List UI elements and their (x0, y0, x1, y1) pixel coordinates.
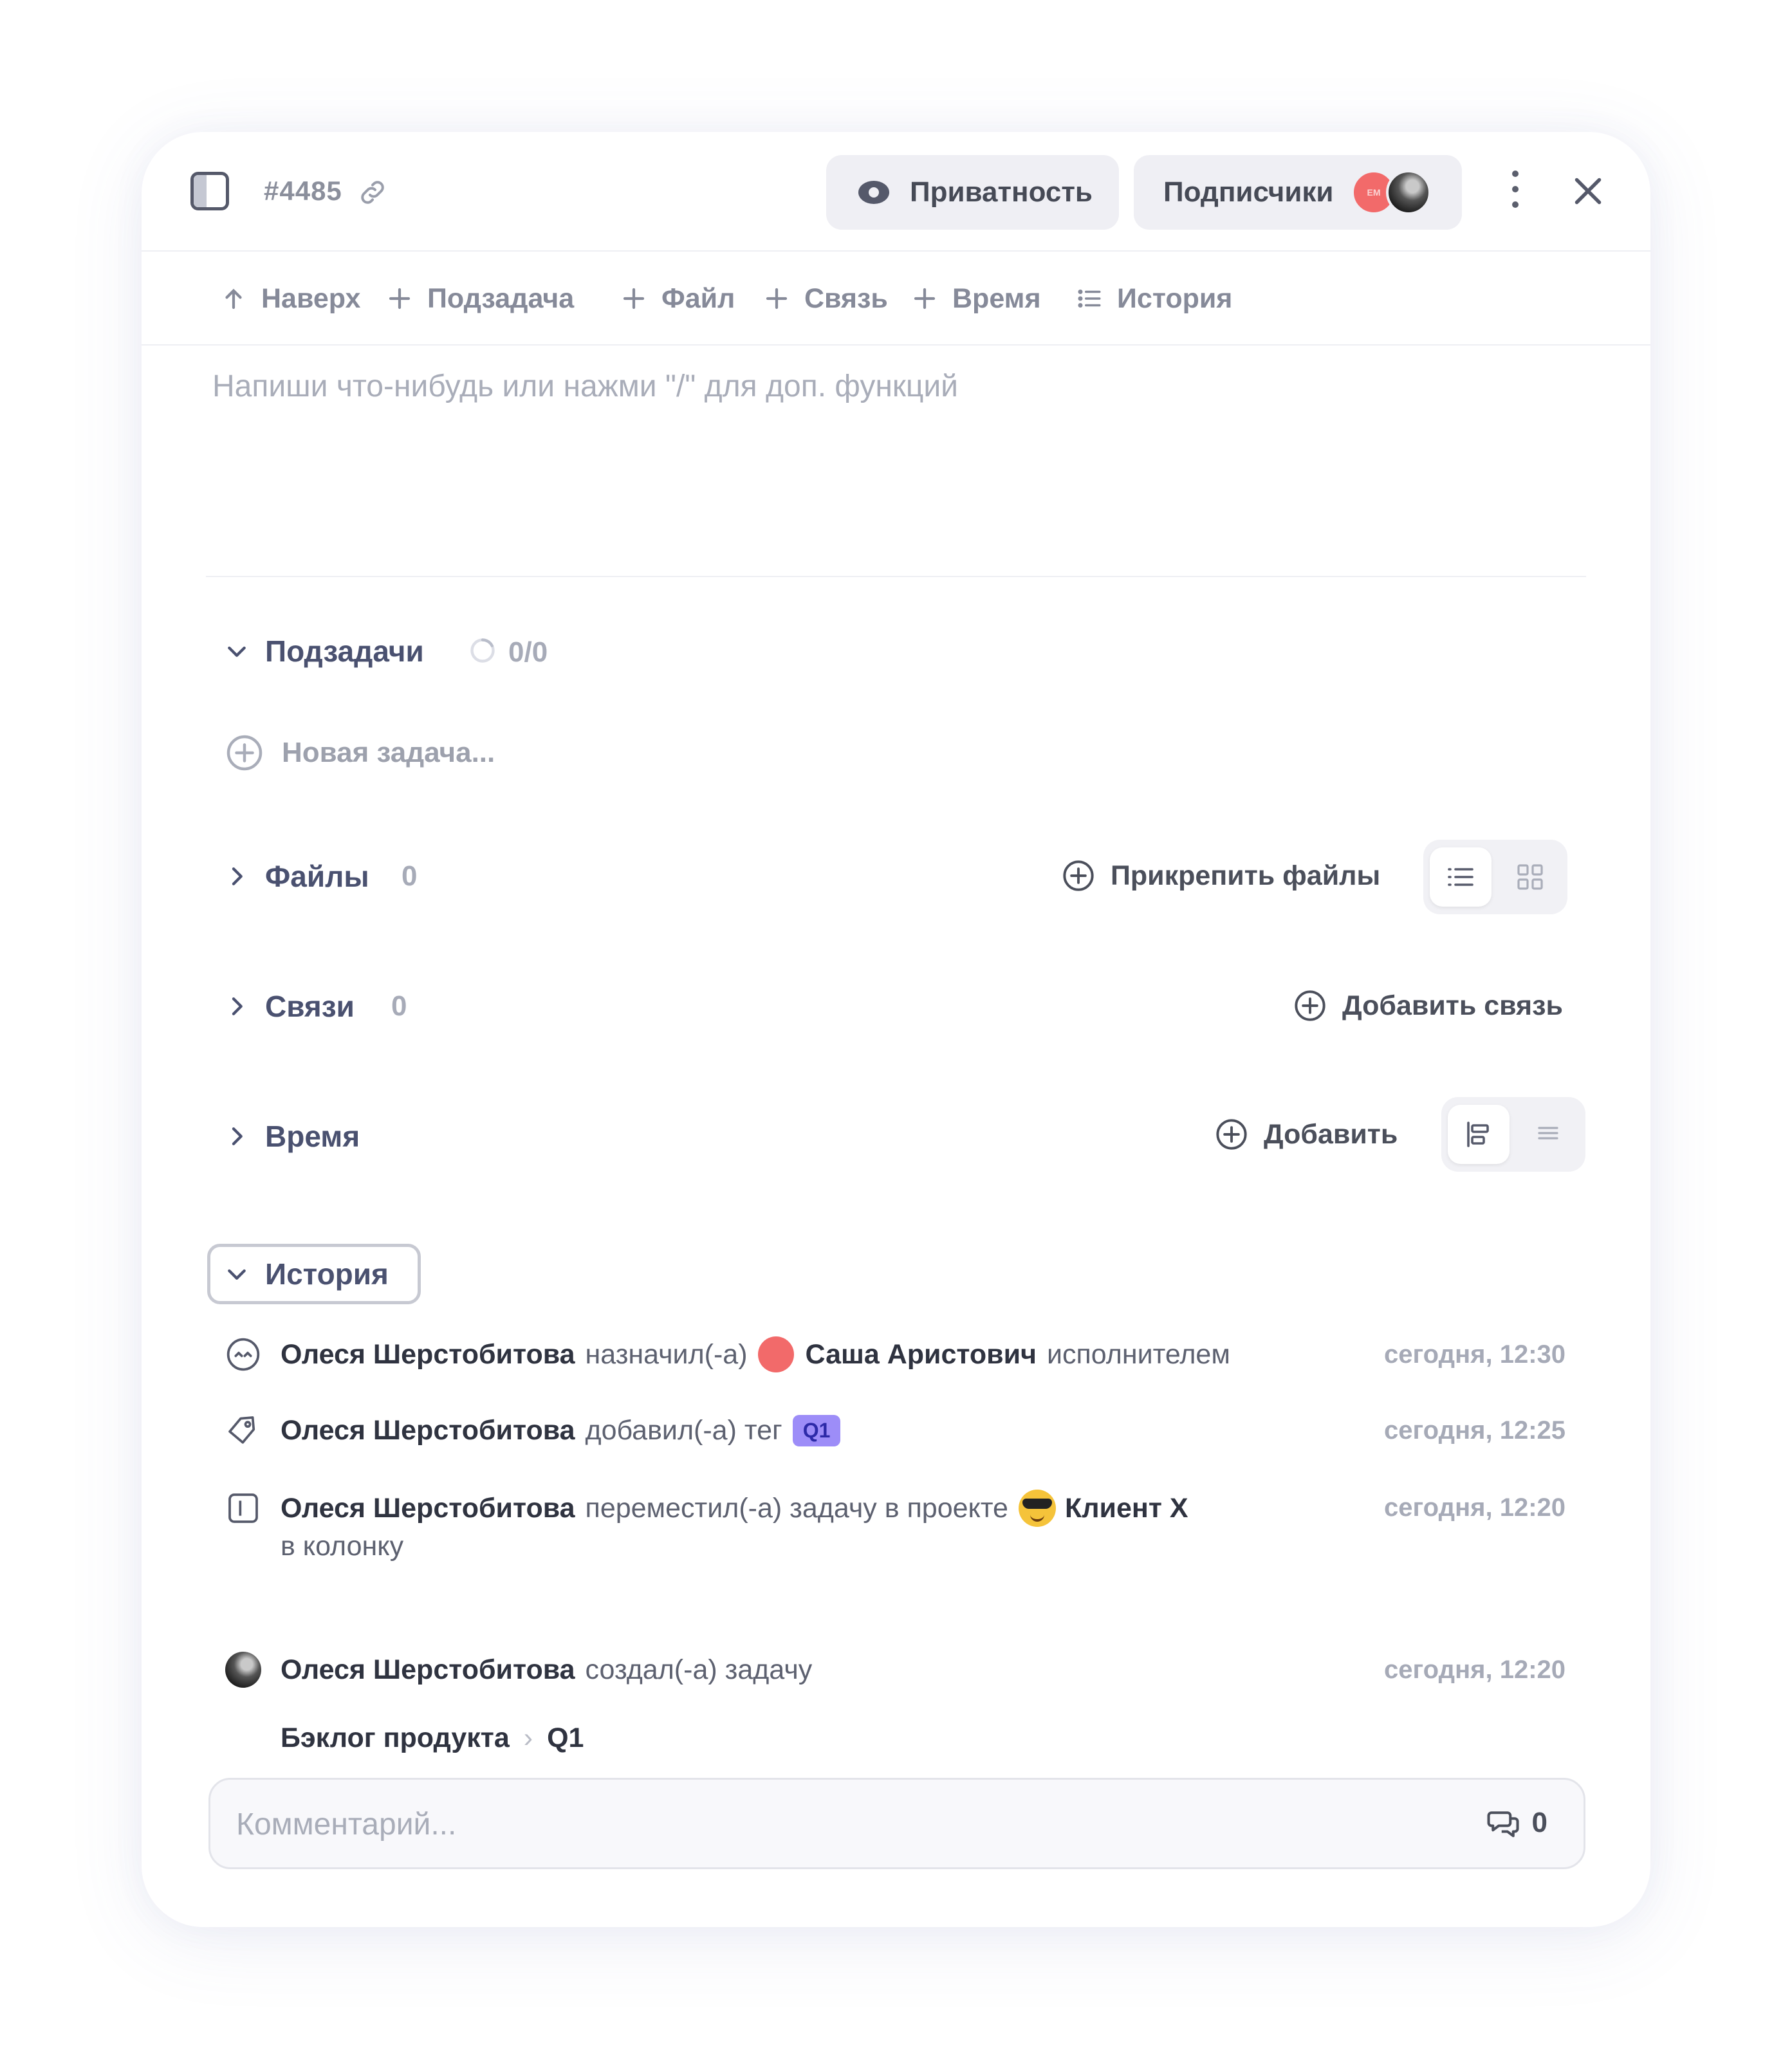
files-view-toggle (1423, 840, 1567, 914)
attach-files-button[interactable]: Прикрепить файлы (1062, 859, 1380, 892)
toolbar-link-button[interactable]: Связь (763, 282, 888, 315)
list-view-button[interactable] (1430, 847, 1492, 907)
plus-icon (389, 288, 411, 309)
eye-icon (858, 181, 889, 204)
files-count: 0 (402, 860, 418, 892)
arrow-up-icon (225, 288, 242, 309)
toolbar-up-button[interactable]: Наверх (220, 282, 360, 315)
chevron-right-icon (232, 1127, 243, 1145)
chevron-down-icon (228, 1269, 246, 1280)
toolbar-history-button[interactable]: История (1076, 282, 1232, 315)
description-editor[interactable]: Напиши что-нибудь или нажми "/" для доп.… (212, 369, 958, 404)
close-icon[interactable] (1569, 172, 1607, 210)
assign-icon (226, 1338, 260, 1371)
subtasks-progress: 0/0 (508, 636, 548, 668)
subscribers-label: Подписчики (1163, 176, 1334, 208)
compact-view-button[interactable] (1517, 1105, 1579, 1164)
toolbar-file-button[interactable]: Файл (620, 282, 735, 315)
avatar (757, 1336, 794, 1372)
subscribers-button[interactable]: Подписчики ЕМ (1134, 155, 1462, 230)
comment-count[interactable]: 0 (1486, 1805, 1547, 1840)
section-time-toggle[interactable]: Время (224, 1119, 360, 1154)
plus-circle-icon (226, 735, 263, 771)
plus-circle-icon (1063, 860, 1094, 891)
comment-input[interactable] (236, 1802, 1394, 1847)
history-item: Олеся Шерстобитова переместил(-а) задачу… (225, 1490, 1188, 1527)
history-time: сегодня, 12:20 (1384, 1493, 1566, 1522)
history-item: Олеся Шерстобитова назначил(-а) Саша Ари… (225, 1336, 1230, 1372)
links-count: 0 (391, 990, 407, 1022)
tag-icon (228, 1416, 255, 1444)
timeline-icon (1467, 1122, 1489, 1147)
new-subtask-input[interactable]: Новая задача... (225, 734, 495, 772)
history-time: сегодня, 12:30 (1384, 1340, 1566, 1369)
divider (206, 576, 1586, 577)
toolbar-subtask-button[interactable]: Подзадача (386, 282, 574, 315)
avatar (1386, 170, 1431, 215)
history-time: сегодня, 12:20 (1384, 1656, 1566, 1684)
privacy-button[interactable]: Приватность (826, 155, 1119, 230)
timeline-view-button[interactable] (1448, 1105, 1510, 1164)
board-icon (228, 1493, 258, 1523)
history-item: Олеся Шерстобитова добавил(-а) тег Q1 (225, 1412, 841, 1448)
section-subtasks-toggle[interactable]: Подзадачи (224, 634, 424, 669)
section-files-toggle[interactable]: Файлы (224, 859, 369, 894)
history-line2: в колонку (281, 1531, 404, 1562)
task-toolbar: Наверх Подзадача Файл Связь Время Истори… (142, 252, 1650, 346)
sunglasses-emoji-icon (1018, 1490, 1056, 1527)
toolbar-time-button[interactable]: Время (911, 282, 1041, 315)
comments-icon (1486, 1811, 1519, 1838)
history-item: Олеся Шерстобитова создал(-а) задачу (225, 1652, 812, 1688)
time-view-toggle (1441, 1097, 1585, 1172)
plus-circle-icon (1295, 990, 1326, 1021)
chevron-right-icon: › (523, 1722, 533, 1753)
user-avatar (225, 1652, 261, 1688)
column-breadcrumb: Бэклог продукта › Q1 (281, 1722, 584, 1753)
progress-ring-icon (470, 638, 495, 663)
history-time: сегодня, 12:25 (1384, 1416, 1566, 1445)
task-card: #4485 Приватность Подписчики ЕМ Наверх П… (142, 132, 1650, 1927)
plus-icon (623, 288, 645, 309)
tag-badge[interactable]: Q1 (792, 1414, 841, 1446)
list-icon (1078, 290, 1101, 308)
chevron-down-icon (228, 646, 246, 657)
plus-icon (914, 288, 936, 309)
add-time-button[interactable]: Добавить (1215, 1118, 1398, 1151)
more-options-icon[interactable] (1506, 171, 1525, 213)
panel-toggle-icon[interactable] (190, 172, 229, 210)
section-links-toggle[interactable]: Связи (224, 989, 355, 1024)
chevron-right-icon (232, 867, 243, 885)
add-link-button[interactable]: Добавить связь (1293, 989, 1563, 1022)
plus-icon (766, 288, 788, 309)
privacy-label: Приватность (910, 176, 1093, 208)
plus-circle-icon (1216, 1119, 1247, 1150)
comment-box: 0 (208, 1778, 1585, 1869)
grid-view-button[interactable] (1499, 847, 1561, 907)
task-header: #4485 Приватность Подписчики ЕМ (142, 132, 1650, 252)
link-icon[interactable] (357, 177, 388, 208)
list-icon (1448, 868, 1473, 886)
task-id: #4485 (264, 176, 342, 206)
chevron-right-icon (232, 997, 243, 1015)
section-history-title[interactable]: История (224, 1257, 389, 1291)
lines-icon (1538, 1127, 1558, 1140)
grid-icon (1517, 864, 1543, 890)
